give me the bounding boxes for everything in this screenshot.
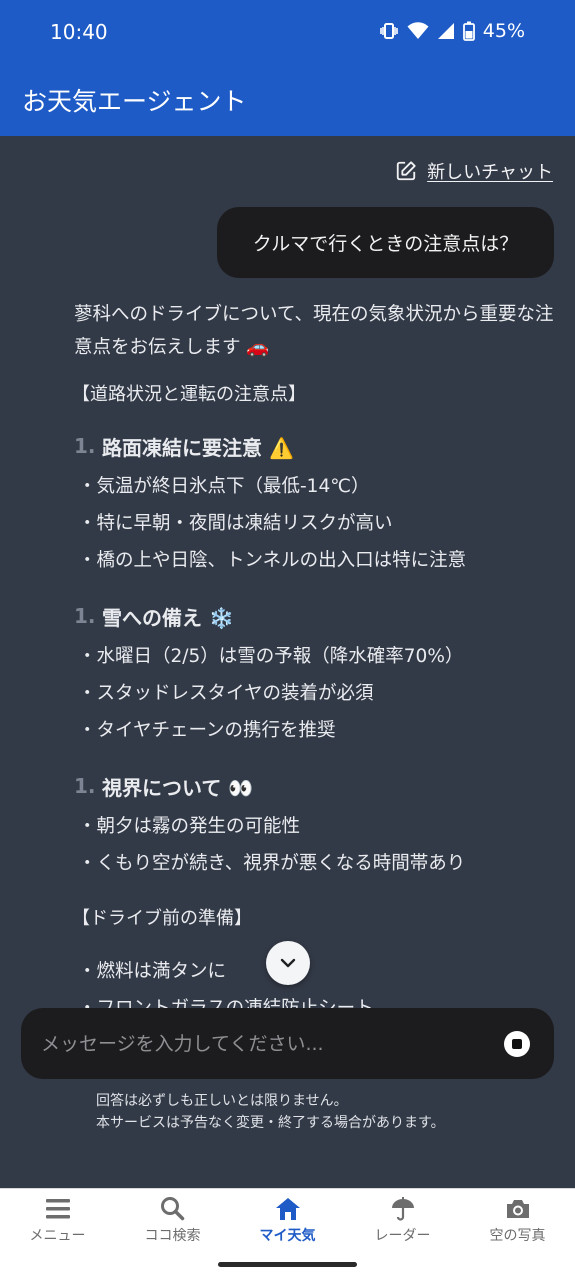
nav-label: メニュー [29,1228,86,1244]
list-item: ・スタッドレスタイヤの装着が必須 [78,683,374,704]
vibrate-icon [379,23,398,39]
disclaimer: 回答は必ずしも正しいとは限りません。 本サービスは予告なく変更・終了する場合があ… [96,1090,445,1134]
message-input[interactable] [41,1008,481,1079]
camera-icon [506,1200,529,1218]
status-time: 10:40 [50,20,108,44]
nav-label: レーダー [374,1228,431,1244]
nav-item-my-weather[interactable]: マイ天気 [230,1189,345,1251]
battery-icon [462,21,475,41]
status-bar: 10:40 45% [0,0,575,64]
new-chat-button[interactable]: 新しいチャット [395,158,553,184]
stop-button[interactable] [504,1031,530,1057]
message-input-container [21,1008,554,1079]
nav-label: 空の写真 [489,1228,546,1244]
assistant-reply: 蓼科へのドライブについて、現在の気象状況から重要な注意点をお伝えします 🚗 【道… [72,298,554,1027]
chat-area[interactable]: 新しいチャット クルマで行くときの注意点は？ 蓼科へのドライブについて、現在の気… [0,136,575,1188]
home-icon [275,1198,300,1220]
list-item: ・くもり空が続き、視界が悪くなる時間帯あり [78,853,466,874]
edit-icon [397,161,416,181]
nav-item-radar[interactable]: レーダー [345,1189,460,1251]
signal-icon [437,23,454,39]
reply-block: 1. 路面凍結に要注意 ⚠️ ・気温が終日氷点下（最低-14℃） ・特に早朝・夜… [74,429,554,579]
battery-percent: 45% [482,20,525,42]
wifi-icon [407,22,429,39]
user-message-bubble: クルマで行くときの注意点は？ [217,207,554,278]
reply-intro: 蓼科へのドライブについて、現在の気象状況から重要な注意点をお伝えします 🚗 [74,304,554,358]
list-item: ・気温が終日氷点下（最低-14℃） [78,476,370,497]
app-bar: お天気エージェント [0,64,575,136]
reply-section-title: 【道路状況と運転の注意点】 [72,384,306,405]
reply-block-title: 路面凍結に要注意 ⚠️ [102,435,294,460]
status-icons: 45% [379,20,525,42]
reply-block-title: 視界について 👀 [102,775,254,800]
disclaimer-line-2: 本サービスは予告なく変更・終了する場合があります。 [96,1115,445,1131]
list-item: ・特に早朝・夜間は凍結リスクが高い [78,513,393,534]
stop-icon [512,1039,522,1049]
user-message-text: クルマで行くときの注意点は？ [252,233,519,255]
chevron-down-icon [280,958,296,968]
list-item: ・朝夕は霧の発生の可能性 [78,816,301,837]
list-item: ・橋の上や日陰、トンネルの出入口は特に注意 [78,550,467,571]
app-title: お天気エージェント [22,87,247,116]
nav-label: マイ天気 [259,1228,316,1244]
list-number: 1. [74,774,96,798]
menu-icon [45,1199,70,1219]
radar-umbrella-icon [391,1197,414,1221]
disclaimer-line-1: 回答は必ずしも正しいとは限りません。 [96,1093,348,1109]
list-number: 1. [74,604,96,628]
reply-block: 1. 視界について 👀 ・朝夕は霧の発生の可能性 ・くもり空が続き、視界が悪くな… [74,769,554,882]
scroll-down-button[interactable] [266,941,310,985]
search-icon [160,1197,184,1221]
reply-block-heading: 1. 視界について 👀 [74,769,554,803]
nav-item-sky-photos[interactable]: 空の写真 [460,1189,575,1251]
reply-block-title: 雪への備え ❄️ [102,605,234,630]
nav-item-search[interactable]: ココ検索 [115,1189,230,1251]
new-chat-label: 新しいチャット [427,162,553,183]
reply-block-heading: 1. 雪への備え ❄️ [74,599,554,633]
home-indicator[interactable] [218,1262,357,1267]
list-item: ・水曜日（2/5）は雪の予報（降水確率70%） [78,646,464,667]
list-number: 1. [74,434,96,458]
list-item: ・タイヤチェーンの携行を推奨 [78,720,336,741]
reply-block-heading: 1. 路面凍結に要注意 ⚠️ [74,429,554,463]
nav-label: ココ検索 [144,1228,201,1244]
list-item: ・燃料は満タンに [78,961,227,982]
reply-block: 1. 雪への備え ❄️ ・水曜日（2/5）は雪の予報（降水確率70%） ・スタッ… [74,599,554,749]
reply-section2-title: 【ドライブ前の準備】 [72,908,252,929]
nav-item-menu[interactable]: メニュー [0,1189,115,1251]
